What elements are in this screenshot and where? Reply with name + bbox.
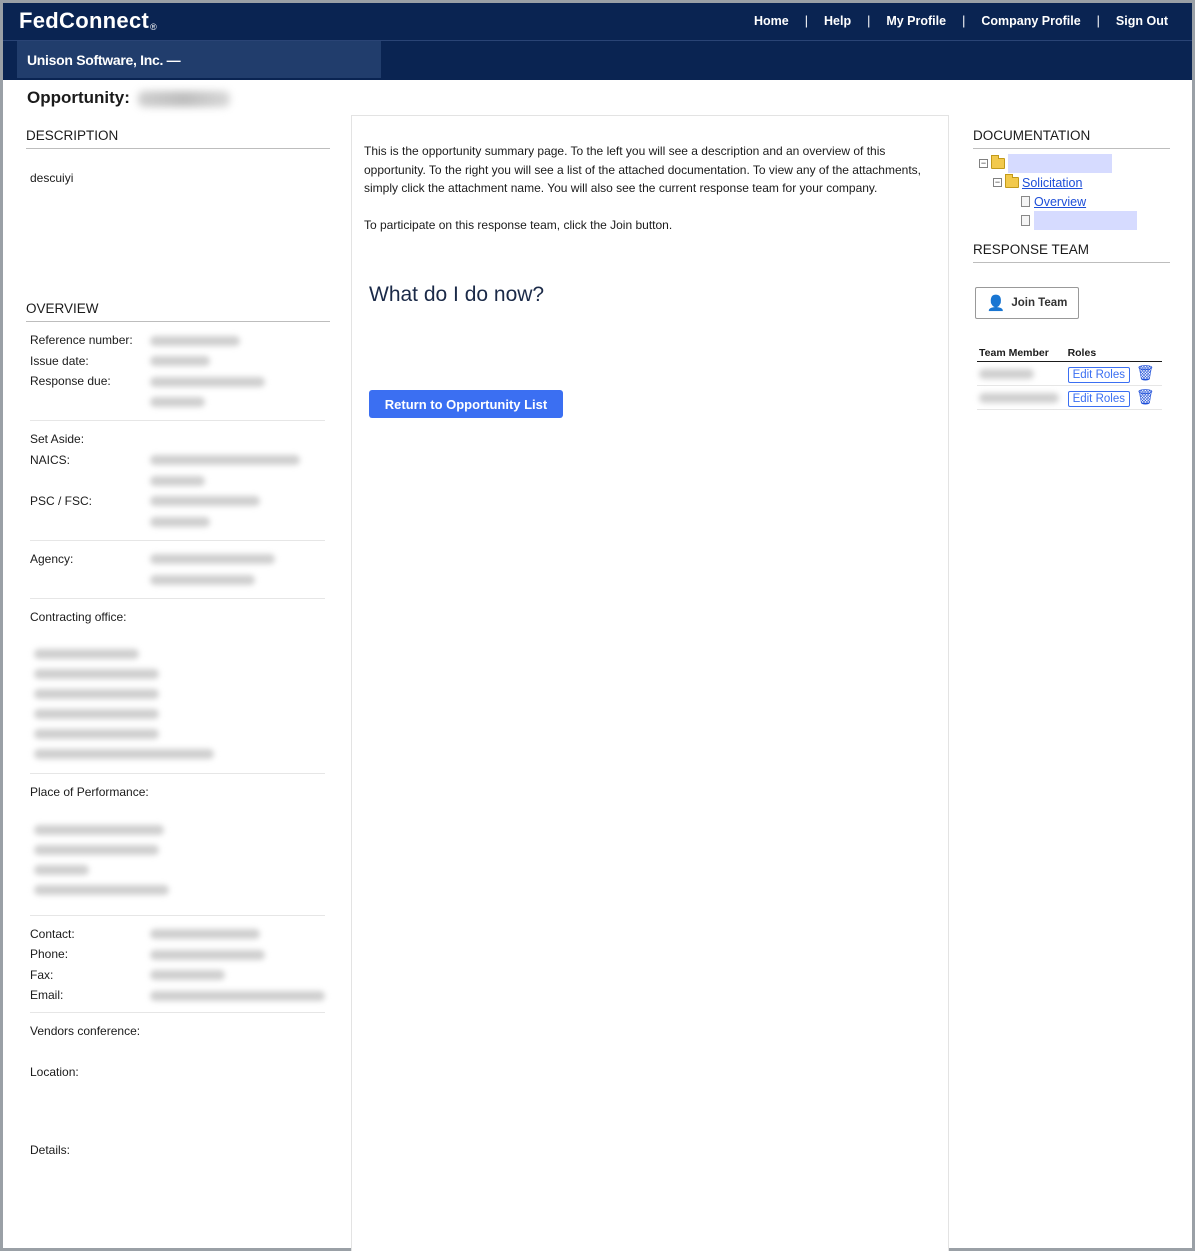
summary-instructions: This is the opportunity summary page. To… bbox=[364, 144, 921, 233]
edit-roles-button[interactable]: Edit Roles bbox=[1067, 391, 1130, 407]
overview-row-email: Email: bbox=[30, 985, 330, 1006]
description-heading: DESCRIPTION bbox=[26, 128, 330, 149]
redacted-value bbox=[150, 949, 265, 960]
edit-roles-button[interactable]: Edit Roles bbox=[1067, 367, 1130, 383]
redacted-value bbox=[150, 475, 205, 486]
response-team-table: Team Member Roles Edit Roles 🗑 Edit Roles… bbox=[977, 345, 1162, 410]
overview-row-issue-date: Issue date: bbox=[30, 351, 330, 372]
documentation-tree: − − Solicitation Overview bbox=[973, 154, 1170, 230]
redacted-office-address bbox=[34, 649, 330, 759]
solicitation-folder-link[interactable]: Solicitation bbox=[1022, 176, 1082, 190]
overview-document-link[interactable]: Overview bbox=[1034, 195, 1086, 209]
return-to-opportunity-list-button[interactable]: Return to Opportunity List bbox=[369, 390, 563, 418]
top-nav: Home | Help | My Profile | Company Profi… bbox=[754, 14, 1168, 28]
redacted-place-address bbox=[34, 824, 330, 895]
redacted-root-folder[interactable] bbox=[1008, 154, 1112, 173]
description-text: descuiyi bbox=[30, 171, 74, 185]
overview-row-agency: Agency: bbox=[30, 549, 330, 590]
overview-row-psc: PSC / FSC: bbox=[30, 491, 330, 532]
redacted-value bbox=[150, 496, 260, 507]
response-team-heading: RESPONSE TEAM bbox=[973, 242, 1170, 263]
overview-heading: OVERVIEW bbox=[26, 301, 330, 322]
redacted-value bbox=[150, 516, 210, 527]
trash-icon[interactable]: 🗑 bbox=[1136, 389, 1155, 406]
join-team-button[interactable]: 👤 Join Team bbox=[975, 287, 1079, 319]
tree-solicitation-node: − Solicitation bbox=[973, 173, 1170, 192]
folder-icon bbox=[1005, 174, 1019, 188]
nav-help[interactable]: Help bbox=[824, 14, 851, 28]
redacted-opportunity-name bbox=[137, 90, 230, 107]
redacted-value bbox=[150, 990, 325, 1001]
tree-root-node: − bbox=[973, 154, 1170, 173]
tree-overview-node: Overview bbox=[973, 192, 1170, 211]
redacted-value bbox=[150, 574, 255, 585]
overview-row-contracting-office: Contracting office: bbox=[30, 609, 127, 624]
nav-company-profile[interactable]: Company Profile bbox=[981, 14, 1080, 28]
table-row: Edit Roles 🗑 bbox=[977, 385, 1162, 410]
overview-row-naics: NAICS: bbox=[30, 450, 330, 491]
company-name-bar: Unison Software, Inc. — bbox=[17, 41, 381, 78]
overview-row-place-of-performance: Place of Performance: bbox=[30, 785, 149, 799]
overview-row-fax: Fax: bbox=[30, 965, 330, 986]
overview-row-reference: Reference number: bbox=[30, 330, 330, 351]
summary-panel: This is the opportunity summary page. To… bbox=[351, 115, 949, 1251]
redacted-value bbox=[150, 970, 225, 981]
redacted-value bbox=[150, 356, 210, 367]
redacted-value bbox=[150, 929, 260, 940]
collapse-icon[interactable]: − bbox=[979, 159, 988, 168]
team-member-column-header: Team Member bbox=[977, 345, 1066, 362]
nav-home[interactable]: Home bbox=[754, 14, 789, 28]
trash-icon[interactable]: 🗑 bbox=[1136, 365, 1155, 382]
page-title: Opportunity: bbox=[27, 88, 230, 108]
documentation-heading: DOCUMENTATION bbox=[973, 128, 1170, 149]
redacted-value bbox=[150, 455, 300, 466]
redacted-team-member bbox=[979, 392, 1059, 403]
redacted-value bbox=[150, 397, 205, 408]
folder-icon bbox=[991, 155, 1005, 169]
redacted-team-member bbox=[979, 368, 1034, 379]
nav-sign-out[interactable]: Sign Out bbox=[1116, 14, 1168, 28]
tree-attachment-node bbox=[973, 211, 1170, 230]
overview-row-response-due: Response due: bbox=[30, 371, 330, 412]
redacted-value bbox=[150, 376, 265, 387]
overview-row-vendors-conference: Vendors conference: bbox=[30, 1023, 141, 1038]
document-icon bbox=[1021, 196, 1030, 207]
overview-row-contact: Contact: bbox=[30, 924, 330, 945]
redacted-value bbox=[150, 554, 275, 565]
overview-row-set-aside: Set Aside: bbox=[30, 432, 85, 446]
collapse-icon[interactable]: − bbox=[993, 178, 1002, 187]
overview-row-details: Details: bbox=[30, 1142, 71, 1157]
document-icon bbox=[1021, 215, 1030, 226]
left-column: DESCRIPTION descuiyi OVERVIEW Reference … bbox=[26, 128, 330, 1160]
roles-column-header: Roles bbox=[1065, 345, 1162, 362]
redacted-attachment-link[interactable] bbox=[1034, 211, 1137, 230]
overview-row-phone: Phone: bbox=[30, 944, 330, 965]
overview-row-location: Location: bbox=[30, 1065, 79, 1079]
what-do-i-do-now-heading: What do I do now? bbox=[369, 282, 545, 306]
right-column: DOCUMENTATION − − Solicitation Overview … bbox=[973, 128, 1170, 410]
redacted-value bbox=[150, 335, 240, 346]
table-row: Edit Roles 🗑 bbox=[977, 361, 1162, 386]
add-user-icon: 👤 bbox=[986, 295, 1006, 312]
fedconnect-logo[interactable]: FedConnect® bbox=[19, 8, 157, 34]
nav-my-profile[interactable]: My Profile bbox=[886, 14, 946, 28]
